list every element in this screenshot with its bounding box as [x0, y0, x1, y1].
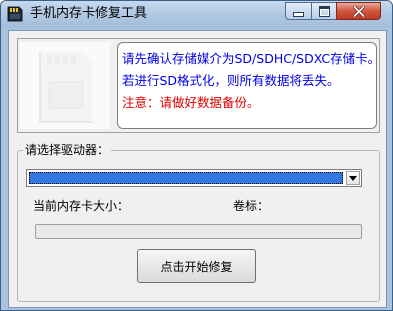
drive-group-label: 请选择驱动器：	[23, 142, 112, 158]
volume-label: 卷标：	[233, 199, 270, 213]
sd-card-icon	[39, 51, 93, 123]
notice-box: 请先确认存储媒介为SD/SDHC/SDXC存储卡。 若进行SD格式化，则所有数据…	[117, 42, 381, 129]
chevron-down-icon	[349, 175, 357, 181]
info-frame: 请先确认存储媒介为SD/SDHC/SDXC存储卡。 若进行SD格式化，则所有数据…	[17, 38, 380, 133]
notice-line-media: 请先确认存储媒介为SD/SDHC/SDXC存储卡。	[122, 51, 381, 66]
drive-select[interactable]	[26, 169, 362, 187]
client-area: 请先确认存储媒介为SD/SDHC/SDXC存储卡。 若进行SD格式化，则所有数据…	[8, 30, 387, 308]
title-bar[interactable]: 手机内存卡修复工具	[1, 1, 392, 28]
close-icon	[352, 5, 365, 17]
start-repair-button[interactable]: 点击开始修复	[137, 249, 256, 283]
app-window: 手机内存卡修复工具 请先确认存储媒介为SD/SDHC/SDXC存储卡。 若进行S…	[0, 0, 393, 311]
repair-progress-bar	[35, 224, 362, 239]
sd-card-image	[20, 42, 110, 129]
drive-select-value	[29, 172, 343, 184]
minimize-icon	[293, 11, 304, 17]
maximize-button[interactable]	[311, 2, 337, 20]
app-icon	[6, 5, 24, 23]
notice-line-format: 若进行SD格式化，则所有数据将丢失。	[122, 73, 340, 88]
notice-line-warning: 注意：请做好数据备份。	[122, 95, 260, 110]
capacity-label: 当前内存卡大小：	[33, 199, 130, 213]
minimize-button[interactable]	[285, 2, 312, 20]
close-button[interactable]	[336, 2, 381, 20]
drive-select-dropdown-button[interactable]	[346, 171, 360, 185]
window-title: 手机内存卡修复工具	[30, 6, 148, 21]
maximize-icon	[318, 5, 330, 17]
